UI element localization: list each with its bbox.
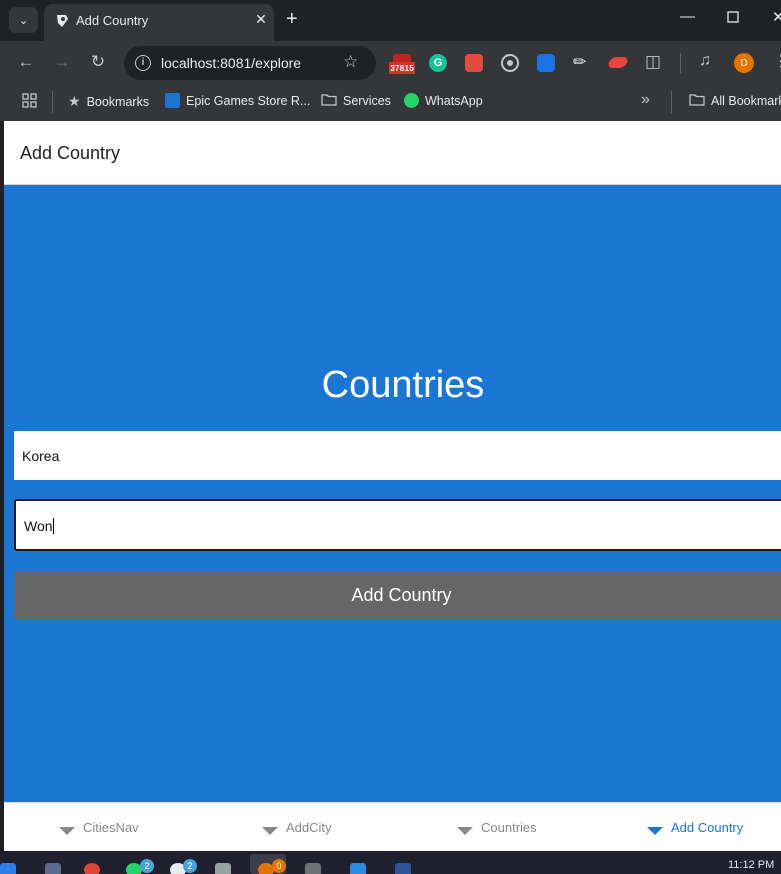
extension-badge-count: 37815 xyxy=(389,62,415,74)
tab-add-country[interactable]: Add Country xyxy=(647,820,743,835)
site-info-icon[interactable]: i xyxy=(135,55,151,71)
text-caret xyxy=(52,518,54,534)
back-arrow-icon[interactable]: ← xyxy=(15,52,37,72)
vscode-icon[interactable] xyxy=(350,863,366,874)
folder-icon xyxy=(321,93,337,109)
express-vpn-icon[interactable] xyxy=(606,57,630,68)
whatsapp-icon xyxy=(404,93,419,108)
tab-label: Add Country xyxy=(671,820,744,835)
tab-add-city[interactable]: AddCity xyxy=(262,820,332,835)
bookmarks-divider xyxy=(671,91,672,113)
bookmark-star-icon[interactable]: ☆ xyxy=(343,52,358,72)
new-tab-button[interactable]: + xyxy=(286,9,298,29)
currency-value[interactable]: Won xyxy=(24,518,53,534)
star-icon: ★ xyxy=(68,93,81,109)
tab-search-button[interactable]: ⌄ xyxy=(9,7,38,33)
bookmark-label: WhatsApp xyxy=(425,93,483,108)
more-menu-icon[interactable]: ⋮ xyxy=(773,51,781,71)
add-country-button[interactable]: Add Country xyxy=(14,571,781,619)
notification-badge: 2 xyxy=(140,859,154,873)
bookmark-label: Epic Games Store R... xyxy=(186,93,311,108)
chevron-down-icon xyxy=(262,826,278,835)
all-bookmarks-folder[interactable]: All Bookmarks xyxy=(689,93,781,109)
tab-label: AddCity xyxy=(286,820,332,835)
taskbar-app-icon[interactable] xyxy=(45,863,61,874)
trello-icon xyxy=(165,93,180,108)
browser-tab-active[interactable]: Add Country ✕ xyxy=(44,4,274,41)
app-page: Add Country Countries Korea Won Add Coun… xyxy=(4,121,781,851)
tab-label: CitiesNav xyxy=(83,820,139,835)
extensions-puzzle-icon[interactable]: ◫ xyxy=(645,52,661,72)
eyedropper-icon[interactable]: ✏ xyxy=(573,52,586,72)
close-window-icon[interactable]: ✕ xyxy=(772,8,781,26)
chrome-icon[interactable] xyxy=(84,863,100,874)
country-name-value[interactable]: Korea xyxy=(22,448,59,464)
word-icon[interactable] xyxy=(395,863,411,874)
bookmark-epic-games[interactable]: Epic Games Store R... xyxy=(165,93,310,108)
chevron-down-icon xyxy=(59,826,75,835)
tab-countries[interactable]: Countries xyxy=(457,820,537,835)
forward-arrow-icon[interactable]: → xyxy=(51,52,73,72)
notification-badge: 2 xyxy=(183,859,197,873)
currency-value-wrap[interactable]: Won xyxy=(24,518,54,534)
page-title: Add Country xyxy=(20,143,121,163)
bookmarks-bar: ★ Bookmarks Epic Games Store R... Servic… xyxy=(0,85,781,121)
bookmark-services[interactable]: Services xyxy=(321,93,391,109)
extension-badge-icon[interactable]: 37815 xyxy=(389,54,415,74)
tab-label: Countries xyxy=(481,820,537,835)
minimize-window-icon[interactable]: — xyxy=(680,8,695,25)
address-url[interactable]: localhost:8081/explore xyxy=(161,55,301,71)
browser-tab-strip: ⌄ Add Country ✕ + — ✕ xyxy=(0,0,781,41)
media-controls-icon[interactable]: ♫ xyxy=(699,52,711,70)
bookmarks-overflow-icon[interactable]: » xyxy=(641,91,650,109)
chevron-down-icon xyxy=(457,826,473,835)
address-bar[interactable]: i localhost:8081/explore ☆ xyxy=(124,46,376,80)
profile-avatar[interactable]: D xyxy=(734,53,754,73)
currency-input[interactable]: Won xyxy=(14,499,781,551)
os-taskbar: 2 2 0 11:12 PM xyxy=(0,851,781,874)
tab-cities-nav[interactable]: CitiesNav xyxy=(59,820,139,835)
all-bookmarks-label: All Bookmarks xyxy=(711,94,781,108)
browser-toolbar: ← → ↻ i localhost:8081/explore ☆ 37815 G… xyxy=(0,41,781,85)
folder-icon xyxy=(689,93,705,109)
tab-title: Add Country xyxy=(76,13,149,28)
shield-extension-icon[interactable] xyxy=(537,54,555,72)
bookmark-whatsapp[interactable]: WhatsApp xyxy=(404,93,483,108)
reload-icon[interactable]: ↻ xyxy=(87,52,109,72)
bottom-tab-bar: CitiesNav AddCity Countries Add Country xyxy=(4,802,781,851)
bookmarks-folder[interactable]: ★ Bookmarks xyxy=(68,93,149,110)
toolbar-divider xyxy=(680,53,681,73)
target-extension-icon[interactable] xyxy=(501,54,519,72)
bookmarks-label: Bookmarks xyxy=(86,94,150,109)
app-header: Add Country xyxy=(4,121,781,185)
grammarly-icon[interactable]: G xyxy=(429,54,447,72)
apps-grid-icon[interactable] xyxy=(22,93,37,113)
country-name-input[interactable]: Korea xyxy=(14,431,781,480)
close-tab-icon[interactable]: ✕ xyxy=(253,11,269,28)
countries-heading: Countries xyxy=(321,364,485,406)
taskbar-clock: 11:12 PM xyxy=(728,859,775,871)
chevron-down-icon: ⌄ xyxy=(18,14,29,27)
screenshot-extension-icon[interactable] xyxy=(465,54,483,72)
app-favicon-icon xyxy=(57,15,68,27)
notification-badge: 0 xyxy=(272,859,286,873)
bookmark-label: Services xyxy=(343,94,391,108)
maximize-window-icon[interactable] xyxy=(727,10,739,27)
chevron-down-icon xyxy=(647,826,663,835)
terminal-taskbar-icon[interactable] xyxy=(305,863,321,874)
start-icon[interactable] xyxy=(0,863,16,874)
taskbar-app-icon[interactable] xyxy=(215,863,231,874)
bookmarks-divider xyxy=(52,91,53,113)
